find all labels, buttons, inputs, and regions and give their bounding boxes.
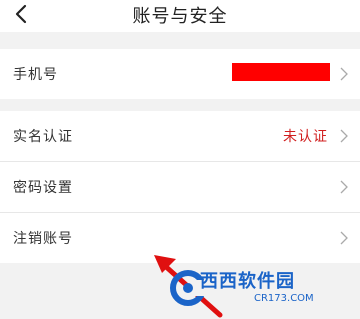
- real-name-verification-row[interactable]: 实名认证 未认证: [0, 111, 360, 161]
- top-bar: 账号与安全: [0, 0, 360, 32]
- page-title: 账号与安全: [132, 6, 228, 27]
- section-gap-middle: [0, 99, 360, 111]
- chevron-right-icon: [340, 180, 348, 194]
- chevron-right-icon: [340, 231, 348, 245]
- password-settings-label: 密码设置: [13, 180, 73, 196]
- section-gap-top: [0, 32, 360, 49]
- watermark: 西西软件园 CR173.COM: [168, 262, 358, 314]
- real-name-label: 实名认证: [13, 129, 73, 145]
- cancel-account-label: 注销账号: [13, 231, 73, 247]
- redacted-phone-number: [232, 63, 330, 81]
- chevron-right-icon: [340, 129, 348, 143]
- watermark-text: 西西软件园: [200, 271, 295, 292]
- chevron-right-icon: [340, 67, 348, 81]
- verification-status: 未认证: [283, 129, 328, 145]
- password-settings-row[interactable]: 密码设置: [0, 162, 360, 212]
- phone-number-label: 手机号: [13, 67, 58, 83]
- watermark-domain: CR173.COM: [254, 293, 314, 304]
